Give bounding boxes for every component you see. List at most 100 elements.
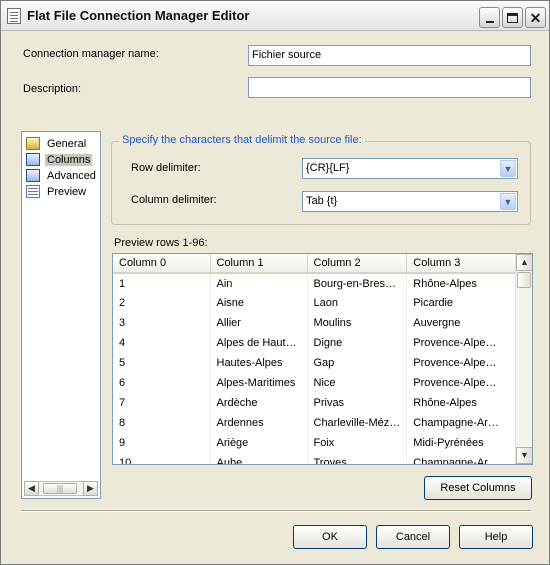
table-cell: Alpes de Haut… xyxy=(210,333,308,353)
table-row[interactable]: 5 Hautes-Alpes Gap Provence-Alpe… xyxy=(113,353,518,373)
table-cell: Provence-Alpe… xyxy=(406,333,518,353)
chevron-down-icon[interactable]: ▼ xyxy=(500,160,516,177)
reset-columns-button[interactable]: Reset Columns xyxy=(424,476,532,500)
table-cell: 6 xyxy=(113,373,211,393)
row-delimiter-select[interactable]: {CR}{LF} ▼ xyxy=(302,158,518,179)
table-cell: 3 xyxy=(113,313,211,333)
table-row[interactable]: 7 Ardèche Privas Rhône-Alpes xyxy=(113,393,518,413)
page-navigation-panel: General Columns Advanced Preview ◀ ||| ▶ xyxy=(21,131,101,499)
table-row[interactable]: 4 Alpes de Haut… Digne Provence-Alpe… xyxy=(113,333,518,353)
scroll-right-button[interactable]: ▶ xyxy=(83,481,98,496)
table-cell: Picardie xyxy=(406,293,518,313)
nav-item-general[interactable]: General xyxy=(26,136,88,151)
table-cell: Ain xyxy=(210,273,308,293)
table-cell: Moulins xyxy=(307,313,408,333)
table-cell: Nice xyxy=(307,373,408,393)
table-cell: Ardèche xyxy=(210,393,308,413)
grid-vertical-scrollbar[interactable]: ▲ ▼ xyxy=(515,254,532,464)
table-cell: Aisne xyxy=(210,293,308,313)
document-icon xyxy=(7,8,21,24)
ok-button[interactable]: OK xyxy=(293,525,367,549)
table-cell: Gap xyxy=(307,353,408,373)
close-button[interactable]: ✕ xyxy=(525,7,546,28)
nav-item-label: Advanced xyxy=(47,169,96,182)
table-cell: Ardennes xyxy=(210,413,308,433)
column-header[interactable]: Column 3 xyxy=(406,254,518,274)
table-cell: Foix xyxy=(307,433,408,453)
description-input[interactable] xyxy=(248,77,531,98)
table-cell: 4 xyxy=(113,333,211,353)
table-cell: Rhône-Alpes xyxy=(406,393,518,413)
cancel-button[interactable]: Cancel xyxy=(376,525,450,549)
editor-window: Flat File Connection Manager Editor ✕ Co… xyxy=(0,0,550,565)
nav-item-preview[interactable]: Preview xyxy=(26,184,88,199)
delimiter-group-legend: Specify the characters that delimit the … xyxy=(119,134,365,146)
table-header-row: Column 0 Column 1 Column 2 Column 3 xyxy=(113,254,518,274)
table-cell: Bourg-en-Bres… xyxy=(307,273,408,293)
table-row[interactable]: 6 Alpes-Maritimes Nice Provence-Alpe… xyxy=(113,373,518,393)
table-row[interactable]: 8 Ardennes Charleville-Méz… Champagne-Ar… xyxy=(113,413,518,433)
table-cell: Allier xyxy=(210,313,308,333)
column-delimiter-select[interactable]: Tab {t} ▼ xyxy=(302,191,518,212)
column-delimiter-label: Column delimiter: xyxy=(131,194,217,206)
scroll-thumb[interactable]: ||| xyxy=(43,483,77,494)
table-cell: Troyes xyxy=(307,453,408,464)
table-cell: 2 xyxy=(113,293,211,313)
window-title: Flat File Connection Manager Editor xyxy=(27,8,250,23)
table-row[interactable]: 1 Ain Bourg-en-Bres… Rhône-Alpes xyxy=(113,273,518,293)
help-button[interactable]: Help xyxy=(459,525,533,549)
minimize-button[interactable] xyxy=(479,7,500,28)
scroll-thumb[interactable] xyxy=(517,272,531,288)
table-cell: Champagne-Ar… xyxy=(406,413,518,433)
table-cell: 9 xyxy=(113,433,211,453)
nav-item-advanced[interactable]: Advanced xyxy=(26,168,98,183)
maximize-button[interactable] xyxy=(502,7,523,28)
column-header[interactable]: Column 1 xyxy=(210,254,308,274)
table-cell: 10 xyxy=(113,453,211,464)
table-cell: Hautes-Alpes xyxy=(210,353,308,373)
preview-table: Column 0 Column 1 Column 2 Column 3 1 Ain… xyxy=(113,254,518,464)
table-cell: 5 xyxy=(113,353,211,373)
advanced-icon xyxy=(26,169,40,182)
table-cell: 7 xyxy=(113,393,211,413)
columns-icon xyxy=(26,153,40,166)
table-cell: Rhône-Alpes xyxy=(406,273,518,293)
close-icon: ✕ xyxy=(529,9,542,26)
row-delimiter-label: Row delimiter: xyxy=(131,162,201,174)
table-cell: Alpes-Maritimes xyxy=(210,373,308,393)
table-row[interactable]: 10 Aube Troyes Champagne-Ar… xyxy=(113,453,518,464)
maximize-icon xyxy=(507,12,518,23)
table-row[interactable]: 9 Ariège Foix Midi-Pyrénées xyxy=(113,433,518,453)
column-header[interactable]: Column 0 xyxy=(113,254,211,274)
nav-horizontal-scrollbar[interactable]: ◀ ||| ▶ xyxy=(24,481,98,496)
preview-rows-label: Preview rows 1-96: xyxy=(114,237,208,249)
connection-name-label: Connection manager name: xyxy=(23,48,159,60)
table-cell: Provence-Alpe… xyxy=(406,373,518,393)
separator xyxy=(21,510,531,512)
table-cell: 1 xyxy=(113,273,211,293)
table-cell: Digne xyxy=(307,333,408,353)
description-label: Description: xyxy=(23,83,82,95)
table-cell: Charleville-Méz… xyxy=(307,413,408,433)
table-cell: Laon xyxy=(307,293,408,313)
minimize-icon xyxy=(485,20,494,23)
table-cell: Auvergne xyxy=(406,313,518,333)
preview-grid[interactable]: Column 0 Column 1 Column 2 Column 3 1 Ain… xyxy=(112,253,533,465)
scroll-left-button[interactable]: ◀ xyxy=(24,481,39,496)
title-bar[interactable]: Flat File Connection Manager Editor ✕ xyxy=(1,1,549,31)
table-row[interactable]: 2 Aisne Laon Picardie xyxy=(113,293,518,313)
column-header[interactable]: Column 2 xyxy=(307,254,408,274)
nav-item-columns[interactable]: Columns xyxy=(26,152,93,167)
scroll-down-button[interactable]: ▼ xyxy=(516,447,532,464)
column-delimiter-value: Tab {t} xyxy=(306,195,338,207)
table-cell: Ariège xyxy=(210,433,308,453)
chevron-down-icon[interactable]: ▼ xyxy=(500,193,516,210)
preview-icon xyxy=(26,185,40,198)
table-cell: 8 xyxy=(113,413,211,433)
general-icon xyxy=(26,137,40,150)
nav-item-label: Preview xyxy=(47,185,87,198)
scroll-up-button[interactable]: ▲ xyxy=(516,254,532,271)
table-cell: Midi-Pyrénées xyxy=(406,433,518,453)
connection-name-input[interactable]: Fichier source xyxy=(248,45,531,66)
table-row[interactable]: 3 Allier Moulins Auvergne xyxy=(113,313,518,333)
